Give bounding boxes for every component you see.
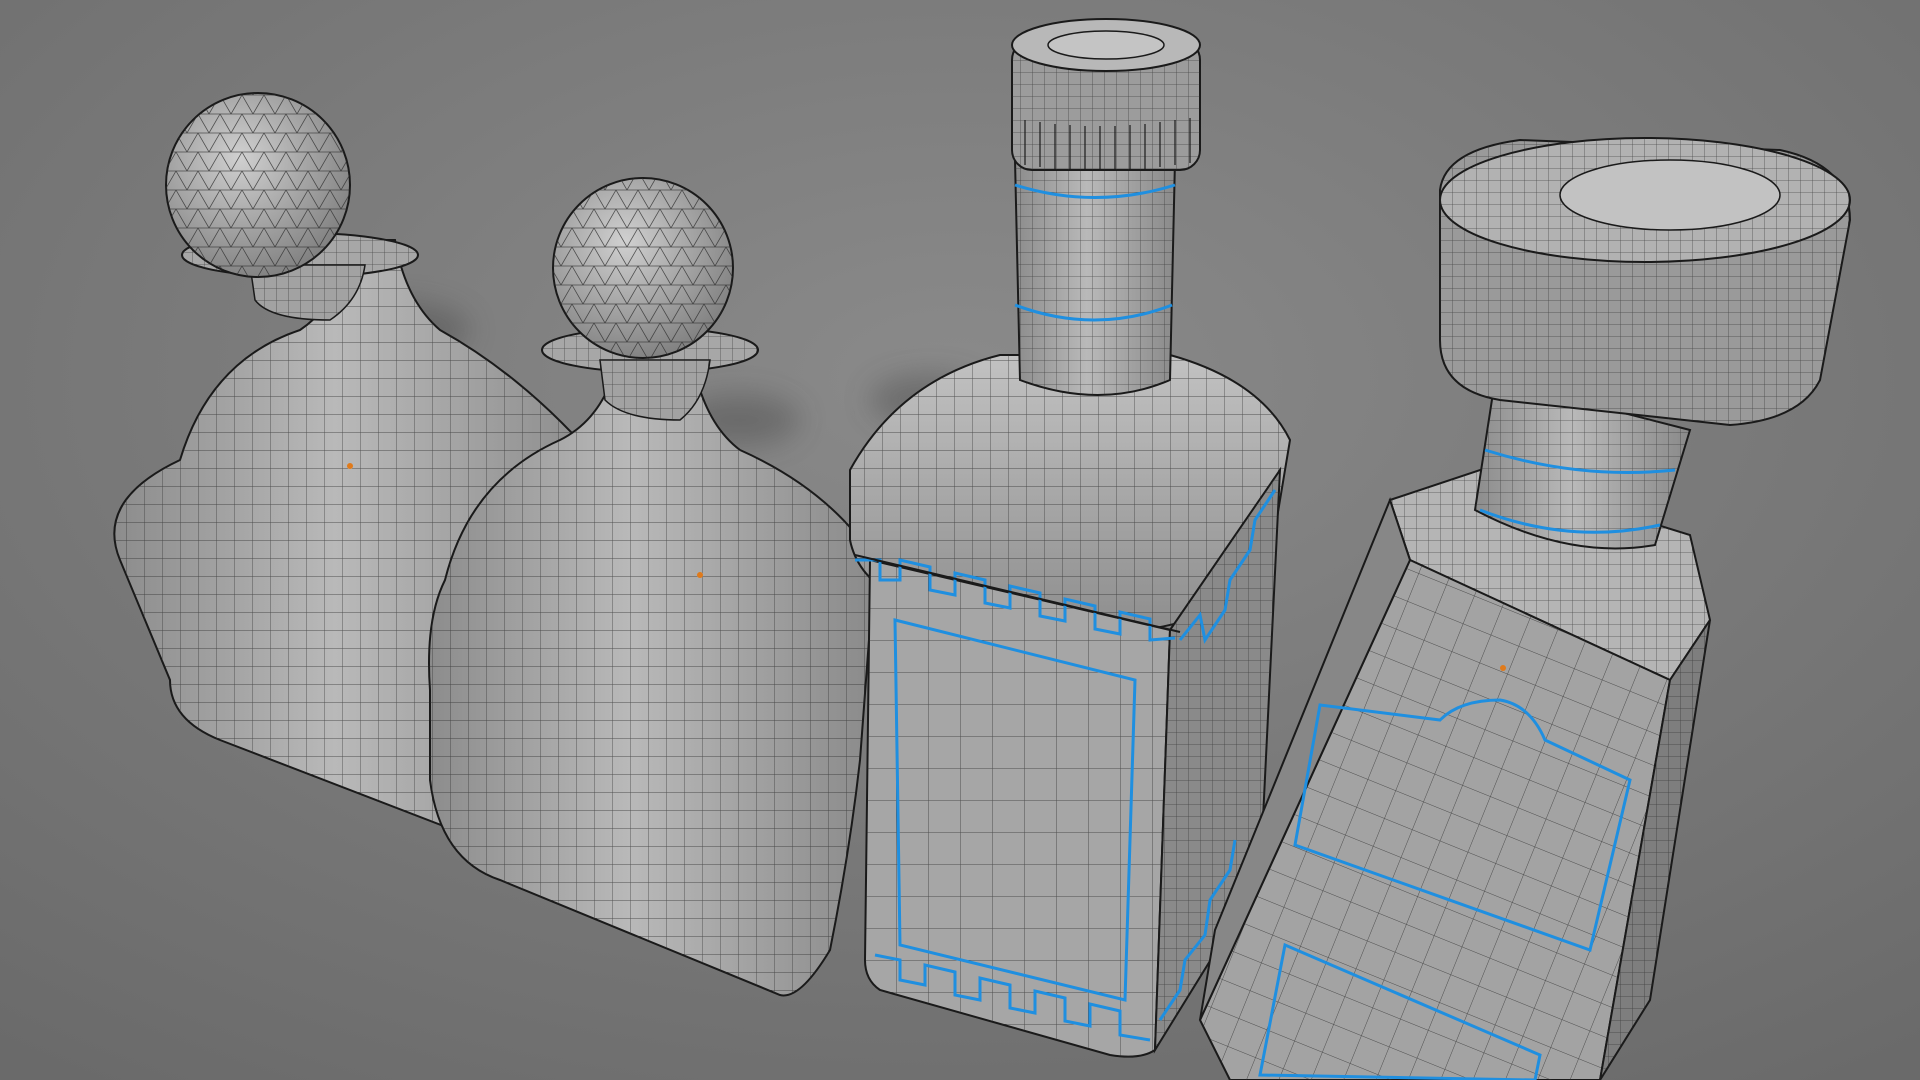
viewport-3d-scene	[0, 0, 1920, 1080]
vertex-dot	[347, 463, 353, 469]
vertex-dot	[697, 572, 703, 578]
vertex-dot	[1500, 665, 1506, 671]
